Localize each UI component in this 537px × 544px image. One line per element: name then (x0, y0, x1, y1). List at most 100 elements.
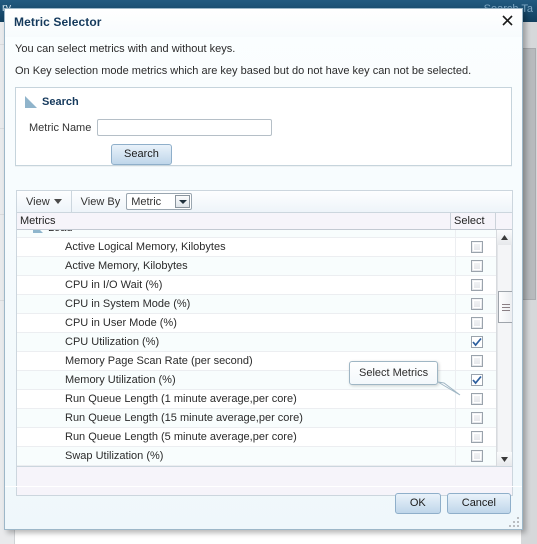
metric-select-checkbox[interactable] (470, 336, 483, 348)
dialog-instructions: You can select metrics with and without … (5, 37, 522, 77)
table-row[interactable]: Swap Utilization (%) (17, 447, 498, 466)
dialog-footer-buttons: OK Cancel (394, 493, 511, 514)
table-row[interactable]: CPU in User Mode (%) (17, 314, 498, 333)
checkbox-inner (472, 300, 481, 308)
metric-name-label: Metric Name (29, 121, 92, 134)
column-header-select[interactable]: Select (451, 213, 496, 229)
metric-select-checkbox[interactable] (470, 431, 483, 443)
checkbox-inner (472, 357, 481, 365)
scroll-down-button[interactable] (497, 452, 512, 466)
metric-name-row: Metric Name (29, 119, 273, 136)
group-label-text: Load (48, 230, 72, 237)
view-menu-button[interactable]: View (17, 191, 72, 212)
metric-name-label: Active Memory, Kilobytes (17, 257, 456, 275)
metric-name-label: CPU in User Mode (%) (17, 314, 456, 332)
table-rows-viewport: LoadActive Logical Memory, KilobytesActi… (17, 230, 498, 466)
select-dropdown-arrow-icon[interactable] (175, 195, 191, 208)
chevron-down-icon (53, 199, 62, 204)
tooltip-select-metrics: Select Metrics (349, 361, 461, 396)
dialog-footer: OK Cancel (5, 486, 522, 529)
group-disclosure-triangle-icon[interactable] (33, 230, 43, 233)
metric-selector-dialog: Metric Selector You can select metrics w… (4, 8, 523, 530)
metric-name-label: Active Logical Memory, Kilobytes (17, 238, 456, 256)
instruction-line-2: On Key selection mode metrics which are … (15, 65, 472, 77)
page-scrollbar-track[interactable] (520, 22, 537, 544)
table-row[interactable]: Run Queue Length (1 minute average,per c… (17, 390, 498, 409)
disclosure-triangle-icon[interactable] (25, 96, 37, 108)
checkbox-inner (472, 243, 481, 251)
search-section-label: Search (42, 95, 79, 108)
search-button[interactable]: Search (111, 144, 172, 165)
table-scrollbar[interactable] (496, 230, 512, 466)
metric-name-label: Run Queue Length (5 minute average,per c… (17, 428, 456, 446)
metric-select-checkbox[interactable] (470, 279, 483, 291)
view-menu-label: View (26, 195, 50, 208)
table-toolbar: View View By Metric (16, 190, 513, 212)
scrollbar-thumb[interactable] (498, 291, 512, 323)
checkmark-icon (471, 337, 482, 347)
table-rows: LoadActive Logical Memory, KilobytesActi… (17, 230, 498, 466)
dialog-titlebar[interactable]: Metric Selector (5, 9, 522, 37)
scrollbar-grip-icon (501, 302, 510, 313)
metric-select-checkbox[interactable] (470, 355, 483, 367)
column-header-spacer (496, 213, 512, 229)
select-cell (456, 238, 498, 256)
search-section-header[interactable]: Search (25, 95, 79, 108)
select-cell (456, 276, 498, 294)
checkbox-inner (472, 395, 481, 403)
table-row[interactable]: Run Queue Length (15 minute average,per … (17, 409, 498, 428)
triangle-up-icon (501, 235, 508, 240)
column-header-metrics[interactable]: Metrics (17, 213, 451, 229)
metric-group-label: Load (17, 230, 456, 237)
metric-select-checkbox[interactable] (470, 260, 483, 272)
table-row[interactable]: CPU in I/O Wait (%) (17, 276, 498, 295)
view-by-group: View By Metric (72, 193, 193, 210)
resize-grip-icon[interactable] (507, 515, 519, 527)
metric-name-label: CPU in System Mode (%) (17, 295, 456, 313)
metric-name-label: CPU Utilization (%) (17, 333, 456, 351)
table-header-row: Metrics Select (17, 213, 512, 230)
select-cell (456, 230, 498, 237)
checkbox-inner (472, 262, 481, 270)
metric-select-checkbox[interactable] (470, 412, 483, 424)
checkbox-inner (472, 319, 481, 327)
metric-select-checkbox[interactable] (470, 374, 483, 386)
metric-select-checkbox[interactable] (470, 241, 483, 253)
table-row[interactable]: CPU in System Mode (%) (17, 295, 498, 314)
instruction-line-1: You can select metrics with and without … (15, 43, 236, 55)
metric-name-label: Run Queue Length (1 minute average,per c… (17, 390, 456, 408)
metric-select-checkbox[interactable] (470, 393, 483, 405)
checkbox-inner (472, 452, 481, 460)
ok-button[interactable]: OK (394, 493, 441, 514)
close-icon[interactable] (499, 12, 515, 28)
tooltip-pointer-icon (437, 381, 461, 396)
table-row[interactable]: Active Memory, Kilobytes (17, 257, 498, 276)
select-cell (456, 314, 498, 332)
cancel-button[interactable]: Cancel (446, 493, 511, 514)
tooltip-text: Select Metrics (359, 367, 429, 379)
checkbox-inner (472, 281, 481, 289)
metric-name-input[interactable] (97, 119, 273, 136)
select-cell (456, 390, 498, 408)
metric-name-label: Run Queue Length (15 minute average,per … (17, 409, 456, 427)
metric-select-checkbox[interactable] (470, 298, 483, 310)
search-button-row: Search (111, 144, 172, 165)
dialog-title: Metric Selector (14, 15, 102, 29)
table-row[interactable]: CPU Utilization (%) (17, 333, 498, 352)
metric-select-checkbox[interactable] (470, 450, 483, 462)
metric-select-checkbox[interactable] (470, 317, 483, 329)
select-cell (456, 257, 498, 275)
table-row[interactable]: Run Queue Length (5 minute average,per c… (17, 428, 498, 447)
view-by-label: View By (80, 195, 121, 208)
metric-name-label: Swap Utilization (%) (17, 447, 456, 465)
table-row[interactable]: Load (17, 230, 498, 238)
checkmark-icon (471, 375, 482, 385)
checkbox-inner (472, 433, 481, 441)
select-cell (456, 447, 498, 465)
scroll-up-button[interactable] (497, 230, 512, 245)
scrollbar-track[interactable] (497, 245, 512, 452)
table-row[interactable]: Active Logical Memory, Kilobytes (17, 238, 498, 257)
view-by-select[interactable]: Metric (126, 193, 193, 210)
select-cell (456, 295, 498, 313)
select-cell (456, 333, 498, 351)
